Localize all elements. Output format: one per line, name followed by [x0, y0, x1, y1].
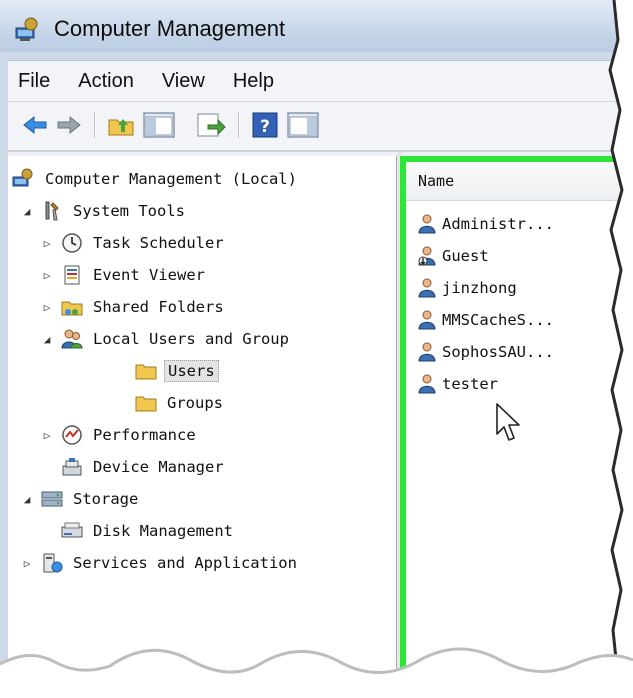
tree-node-users[interactable]: Users [134, 356, 219, 386]
tree-node-label: Storage [73, 490, 139, 508]
toolbar-separator [94, 112, 96, 138]
tree-node-label: Disk Management [93, 522, 233, 540]
expand-arrow-icon[interactable]: ▷ [40, 268, 54, 282]
expand-arrow-icon[interactable]: ▷ [40, 300, 54, 314]
list-item[interactable]: SophosSAU... [416, 338, 554, 366]
tree-node-label: Services and Application [73, 554, 297, 572]
expand-arrow-icon[interactable]: ▷ [40, 236, 54, 250]
tree-node-label: Computer Management (Local) [45, 170, 297, 188]
tree-node-task-scheduler[interactable]: ▷ Task Scheduler [40, 228, 227, 258]
column-header-name[interactable]: Name [406, 162, 633, 201]
help-icon[interactable]: ? [250, 110, 280, 140]
up-folder-icon[interactable] [106, 110, 136, 140]
tree-node-label: Device Manager [93, 458, 224, 476]
export-list-icon[interactable] [194, 110, 228, 140]
storage-icon [41, 491, 63, 507]
menu-view[interactable]: View [148, 70, 219, 93]
menu-bar: File Action View Help [8, 60, 633, 101]
collapse-arrow-icon[interactable]: ◢ [20, 492, 34, 506]
tree-node-label: System Tools [73, 202, 185, 220]
list-item[interactable]: Guest [416, 242, 489, 270]
disk-management-icon [61, 522, 83, 538]
column-header-label: Name [418, 172, 455, 190]
tree-node-label: Performance [93, 426, 196, 444]
tree-node-shared-folders[interactable]: ▷ Shared Folders [40, 292, 227, 322]
clock-icon [62, 233, 82, 253]
user-icon [418, 374, 436, 394]
list-item-name: Guest [442, 247, 489, 265]
users-group-icon [61, 329, 83, 349]
content-area: Computer Management (Local) ◢ System Too… [8, 152, 633, 698]
forward-arrow-icon[interactable] [54, 110, 84, 140]
tree-node-storage[interactable]: ◢ Storage [20, 484, 141, 514]
menu-file[interactable]: File [8, 70, 64, 93]
tree-node-event-viewer[interactable]: ▷ Event Viewer [40, 260, 208, 290]
computer-management-icon [15, 17, 38, 41]
title-bar[interactable]: Computer Management [0, 0, 633, 52]
list-item[interactable]: tester [416, 370, 498, 398]
list-item-name: Administr... [442, 215, 554, 233]
shared-folder-icon [61, 301, 83, 316]
show-hide-tree-icon[interactable] [142, 110, 176, 140]
collapse-arrow-icon[interactable]: ◢ [20, 204, 34, 218]
list-item-name: tester [442, 375, 498, 393]
folder-icon [135, 396, 157, 412]
tree-node-performance[interactable]: ▷ Performance [40, 420, 199, 450]
list-item[interactable]: MMSCacheS... [416, 306, 554, 334]
list-item-name: SophosSAU... [442, 343, 554, 361]
list-item[interactable]: Administr... [416, 210, 554, 238]
tree-node-services-and-applications[interactable]: ▷ Services and Application [20, 548, 300, 578]
user-icon [418, 278, 436, 298]
computer-management-window: Computer Management File Action View Hel… [0, 0, 633, 698]
tree-node-label: Event Viewer [93, 266, 205, 284]
user-icon [418, 214, 436, 234]
menu-action[interactable]: Action [64, 70, 148, 93]
mouse-pointer-icon [496, 403, 520, 441]
tree-node-label: Local Users and Group [93, 330, 289, 348]
system-tools-icon [45, 201, 59, 221]
tree-node-label: Groups [167, 394, 223, 412]
expand-arrow-icon[interactable]: ▷ [20, 556, 34, 570]
device-manager-icon [62, 458, 82, 476]
tree-node-label: Users [164, 360, 219, 382]
tree-node-root[interactable]: Computer Management (Local) [12, 164, 300, 194]
show-hide-action-pane-icon[interactable] [286, 110, 320, 140]
services-icon [43, 553, 63, 573]
list-item-name: MMSCacheS... [442, 311, 554, 329]
tree-node-groups[interactable]: Groups [134, 388, 226, 418]
tree-node-label: Task Scheduler [93, 234, 224, 252]
toolbar: ? [8, 102, 633, 151]
user-icon [418, 310, 436, 330]
computer-management-icon [12, 168, 33, 187]
performance-icon [62, 425, 82, 445]
tree-node-device-manager[interactable]: Device Manager [60, 452, 227, 482]
console-tree[interactable]: Computer Management (Local) ◢ System Too… [8, 156, 397, 698]
list-item[interactable]: jinzhong [416, 274, 517, 302]
back-arrow-icon[interactable] [20, 110, 50, 140]
svg-text:?: ? [260, 117, 270, 137]
event-viewer-icon [64, 265, 80, 285]
tree-node-system-tools[interactable]: ◢ System Tools [20, 196, 188, 226]
folder-icon [135, 364, 157, 380]
tree-node-label: Shared Folders [93, 298, 224, 316]
menu-help[interactable]: Help [219, 70, 288, 93]
user-icon [418, 342, 436, 362]
disabled-user-icon [418, 246, 436, 266]
torn-edge-right [608, 0, 633, 698]
collapse-arrow-icon[interactable]: ◢ [40, 332, 54, 346]
list-item-name: jinzhong [442, 279, 517, 297]
torn-edge-bottom [0, 647, 633, 698]
window-title: Computer Management [54, 16, 286, 41]
toolbar-separator [238, 112, 240, 138]
expand-arrow-icon[interactable]: ▷ [40, 428, 54, 442]
tree-node-disk-management[interactable]: Disk Management [60, 516, 236, 546]
tree-node-local-users-and-groups[interactable]: ◢ Local Users and Group [40, 324, 292, 354]
